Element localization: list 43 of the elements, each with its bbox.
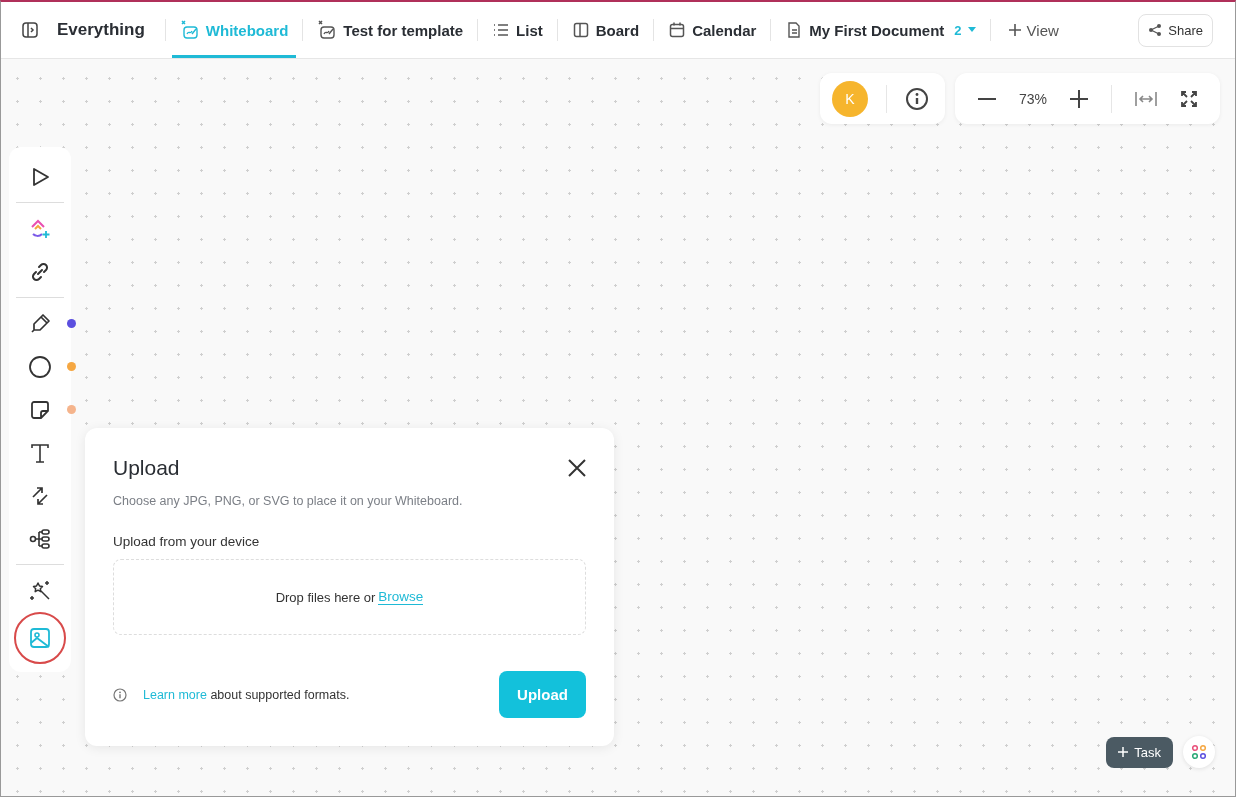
text-icon: [29, 441, 51, 464]
space-title: Everything: [57, 20, 145, 40]
zoom-level: 73%: [1018, 90, 1047, 107]
section-label: Upload from your device: [113, 534, 261, 549]
count-label: 2: [954, 22, 962, 38]
board-icon: [571, 21, 590, 39]
list-icon: [492, 21, 511, 39]
apps-icon: [1191, 744, 1207, 760]
close-icon[interactable]: [568, 459, 586, 477]
apps-button[interactable]: [1183, 736, 1215, 768]
image-icon: [28, 626, 52, 650]
dialog-title: Upload: [113, 456, 180, 480]
zoom-in-icon[interactable]: [1069, 88, 1089, 109]
share-icon: [1148, 23, 1163, 37]
fit-width-icon[interactable]: [1134, 89, 1158, 108]
view-tab[interactable]: Calendar: [660, 2, 765, 58]
formats-note: Learn more about supported formats.: [143, 687, 350, 702]
view-tab[interactable]: My First Document 2: [777, 2, 984, 58]
fullscreen-icon[interactable]: [1180, 89, 1198, 108]
add-view-button[interactable]: View: [996, 21, 1071, 39]
info-icon: [113, 687, 127, 702]
link-icon: [29, 260, 51, 283]
calendar-icon: [668, 21, 687, 39]
dialog-description: Choose any JPG, PNG, or SVG to place it on your Whiteboard.: [113, 494, 464, 508]
add-task-button[interactable]: Task: [1106, 736, 1173, 768]
view-tab[interactable]: List: [484, 2, 551, 58]
view-tab[interactable]: Board: [563, 2, 648, 58]
sticky-note-icon: [29, 398, 51, 421]
plus-icon: [1008, 24, 1021, 36]
caret-icon: [967, 27, 976, 33]
drop-zone[interactable]: Drop files here or Browse: [113, 559, 586, 635]
view-tab[interactable]: Test for template: [309, 2, 472, 58]
drop-text: Drop files here or: [275, 589, 376, 605]
whiteboard-icon: [317, 20, 338, 40]
magic-wand-icon: [28, 578, 52, 603]
sidebar-toggle-icon[interactable]: [21, 21, 39, 39]
whiteboard-icon: [179, 20, 200, 40]
circle-icon: [28, 354, 52, 379]
info-icon[interactable]: [904, 86, 929, 111]
share-button[interactable]: Share: [1138, 13, 1213, 47]
whiteboard-canvas[interactable]: K 73% Upload Choose any JPG, PNG, or SVG to place it on your Whiteboard. Upload from your device Drop files here or Browse Learn more about supported formats. Upload Task: [1, 59, 1235, 796]
plus-icon: [1118, 747, 1129, 757]
mind-map-icon: [28, 526, 52, 551]
